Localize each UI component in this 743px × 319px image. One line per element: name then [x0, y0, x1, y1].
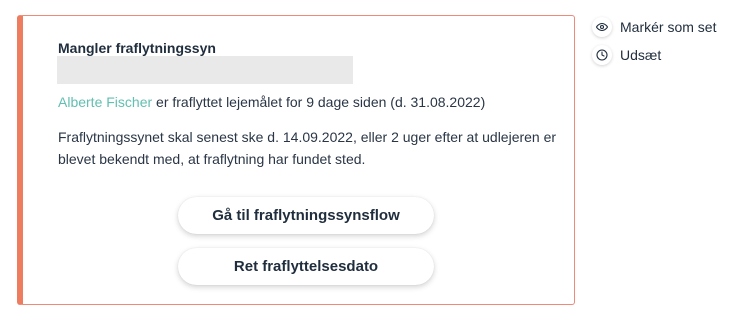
card-title: Mangler fraflytningssyn	[58, 40, 216, 56]
postpone-label: Udsæt	[620, 47, 662, 63]
side-actions: Markér som set Udsæt	[592, 16, 716, 72]
postpone-action[interactable]: Udsæt	[592, 44, 716, 66]
go-to-inspection-flow-button[interactable]: Gå til fraflytningssynsflow	[178, 197, 434, 234]
eye-icon	[592, 17, 612, 37]
moved-out-line: Alberte Fischer er fraflyttet lejemålet …	[58, 94, 485, 110]
redacted-placeholder	[57, 56, 353, 84]
mark-as-seen-label: Markér som set	[620, 19, 717, 35]
move-out-inspection-card: Mangler fraflytningssyn Alberte Fischer …	[17, 15, 575, 305]
mark-as-seen-action[interactable]: Markér som set	[592, 16, 716, 38]
clock-icon	[592, 45, 612, 65]
edit-move-out-date-button[interactable]: Ret fraflyttelsesdato	[178, 248, 434, 285]
moved-out-text: er fraflyttet lejemålet for 9 dage siden…	[152, 94, 486, 110]
tenant-link[interactable]: Alberte Fischer	[58, 94, 152, 110]
deadline-text: Fraflytningssynet skal senest ske d. 14.…	[58, 129, 557, 167]
